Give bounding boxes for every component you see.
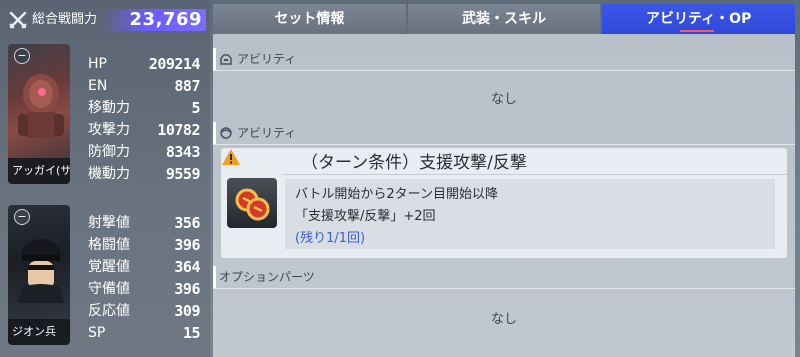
mobile-suit-stats: HP 209214 EN 887 移動力 5 攻撃力 10782 防御力 8343 機動力… (84, 53, 202, 185)
ability-effect: 「支援攻撃/反撃」+2回 (295, 209, 436, 224)
ms-ability-title: アビリティ (237, 52, 297, 66)
pilot-ability-title: アビリティ (237, 126, 297, 140)
stat-row: 格闘値 396 (84, 234, 202, 256)
stat-label: 移動力 (88, 100, 130, 116)
ms-ability-heading: アビリティ (219, 50, 296, 68)
stat-value: 309 (174, 302, 200, 320)
stat-value: 5 (191, 99, 200, 117)
divider (213, 288, 795, 289)
mobile-suit-portrait[interactable]: − アッガイ(サン (8, 44, 70, 184)
stat-value: 887 (174, 77, 200, 95)
mobile-suit-name: アッガイ(サン (8, 158, 70, 184)
stat-label: HP (88, 56, 107, 72)
stat-row: EN 887 (84, 75, 202, 97)
ability-title: （ターン条件）支援攻撃/反撃 (301, 153, 527, 173)
stat-label: 攻撃力 (88, 122, 130, 138)
warning-icon (222, 149, 240, 165)
tab-ability-op-label: アビリティ・OP (646, 11, 752, 27)
option-parts-heading: オプションパーツ (219, 268, 315, 286)
stat-row: 移動力 5 (84, 97, 202, 119)
ability-remaining: (残り1/1回) (295, 231, 366, 246)
ability-condition: バトル開始から2ターン目開始以降 (295, 187, 499, 202)
tab-set-info[interactable]: セット情報 (213, 4, 406, 34)
stat-label: 守備値 (88, 281, 130, 297)
stat-row: 防御力 8343 (84, 141, 202, 163)
tab-weapons-skills[interactable]: 武装・スキル (407, 4, 601, 34)
stat-label: EN (88, 78, 108, 94)
option-parts-empty: なし (490, 312, 517, 327)
combat-power-label: 総合戦闘力 (32, 12, 98, 27)
title-underline (283, 174, 787, 175)
stat-value: 396 (174, 280, 200, 298)
stat-label: 覚醒値 (88, 259, 130, 275)
stat-value: 396 (174, 236, 200, 254)
tab-ability-op[interactable]: アビリティ・OP (602, 4, 796, 34)
stat-row: 機動力 9559 (84, 163, 202, 185)
pilot-portrait[interactable]: − ジオン兵 (8, 205, 70, 345)
section-accent (213, 122, 216, 144)
unit-panel: 総合戦闘力 23,769 − アッガイ(サン HP 209214 EN 887 移動… (0, 0, 210, 357)
stat-value: 10782 (157, 121, 200, 139)
stat-value: 356 (174, 214, 200, 232)
stat-value: 9559 (165, 165, 201, 183)
remove-mobile-suit-button[interactable]: − (14, 48, 30, 64)
ms-head-icon (219, 52, 233, 66)
stat-row: 射撃値 356 (84, 212, 202, 234)
stat-label: 防御力 (88, 144, 130, 160)
divider (213, 144, 795, 145)
combat-power-value: 23,769 (129, 9, 202, 30)
stat-row: 覚醒値 364 (84, 256, 202, 278)
stat-value: 209214 (148, 55, 201, 73)
pilot-ability-heading: アビリティ (219, 124, 296, 142)
ability-icon (227, 178, 277, 228)
stat-value: 15 (182, 324, 201, 342)
pilot-stats: 射撃値 356 格闘値 396 覚醒値 364 守備値 396 反応値 309 SP 15 (84, 212, 202, 344)
remove-pilot-button[interactable]: − (14, 209, 30, 225)
active-tab-indicator (680, 30, 715, 32)
ability-panel: アビリティ なし アビリティ （ターン条件）支援攻撃/反撃 バトル開始から2ター… (213, 34, 795, 357)
pilot-name: ジオン兵 (8, 319, 70, 345)
crossed-swords-icon (8, 10, 28, 30)
stat-label: SP (88, 325, 106, 341)
stat-row: SP 15 (84, 322, 202, 344)
stat-label: 反応値 (88, 303, 130, 319)
ability-card[interactable]: （ターン条件）支援攻撃/反撃 バトル開始から2ターン目開始以降 「支援攻撃/反撃… (221, 148, 787, 258)
stat-label: 格闘値 (88, 237, 130, 253)
option-parts-title: オプションパーツ (219, 270, 315, 284)
stat-row: 反応値 309 (84, 300, 202, 322)
stat-label: 射撃値 (88, 215, 130, 231)
pilot-figure (18, 239, 64, 303)
section-accent (213, 266, 216, 288)
detail-tabs: セット情報 武装・スキル アビリティ・OP (213, 4, 796, 34)
stat-row: 守備値 396 (84, 278, 202, 300)
divider (213, 70, 795, 71)
stat-value: 364 (174, 258, 200, 276)
stat-row: HP 209214 (84, 53, 202, 75)
ability-description: バトル開始から2ターン目開始以降 「支援攻撃/反撃」+2回 (残り1/1回) (285, 179, 775, 249)
combat-power: 総合戦闘力 23,769 (6, 8, 206, 32)
mobile-suit-figure (18, 74, 64, 138)
pilot-head-icon (219, 126, 233, 140)
stat-value: 8343 (165, 143, 201, 161)
section-accent (213, 48, 216, 70)
ms-ability-empty: なし (490, 92, 517, 107)
stat-row: 攻撃力 10782 (84, 119, 202, 141)
stat-label: 機動力 (88, 166, 130, 182)
